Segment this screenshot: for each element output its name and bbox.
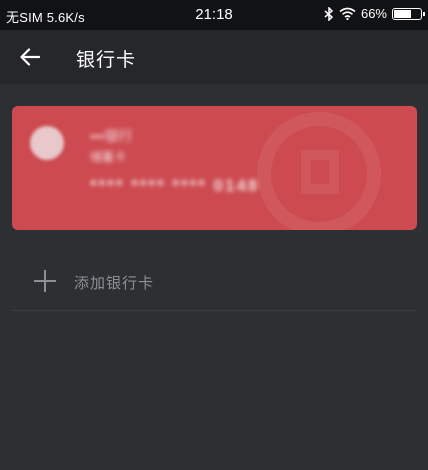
bank-watermark-inner xyxy=(301,150,339,194)
status-right: 66% xyxy=(324,6,425,21)
battery-level xyxy=(394,9,411,18)
battery-icon xyxy=(392,7,425,20)
status-bar: 无SIM 5.6K/s 21:18 66% xyxy=(0,0,428,30)
plus-icon xyxy=(34,270,56,292)
card-number: **** **** **** 0148 xyxy=(90,176,260,195)
card-type: 储蓄卡 xyxy=(90,150,127,164)
arrow-left-icon xyxy=(20,48,40,66)
wifi-icon xyxy=(339,7,356,20)
bank-card[interactable]: •••银行 储蓄卡 **** **** **** 0148 xyxy=(12,106,417,230)
add-bank-card-label: 添加银行卡 xyxy=(74,275,155,292)
bluetooth-icon xyxy=(324,6,334,21)
add-bank-card-button[interactable]: 添加银行卡 xyxy=(12,256,417,311)
page-title: 银行卡 xyxy=(76,50,137,71)
bank-logo-icon xyxy=(30,126,64,160)
back-button[interactable] xyxy=(14,42,46,72)
bank-name: •••银行 xyxy=(90,128,133,144)
app-bar: 银行卡 xyxy=(0,30,428,84)
battery-percent: 66% xyxy=(360,6,387,21)
